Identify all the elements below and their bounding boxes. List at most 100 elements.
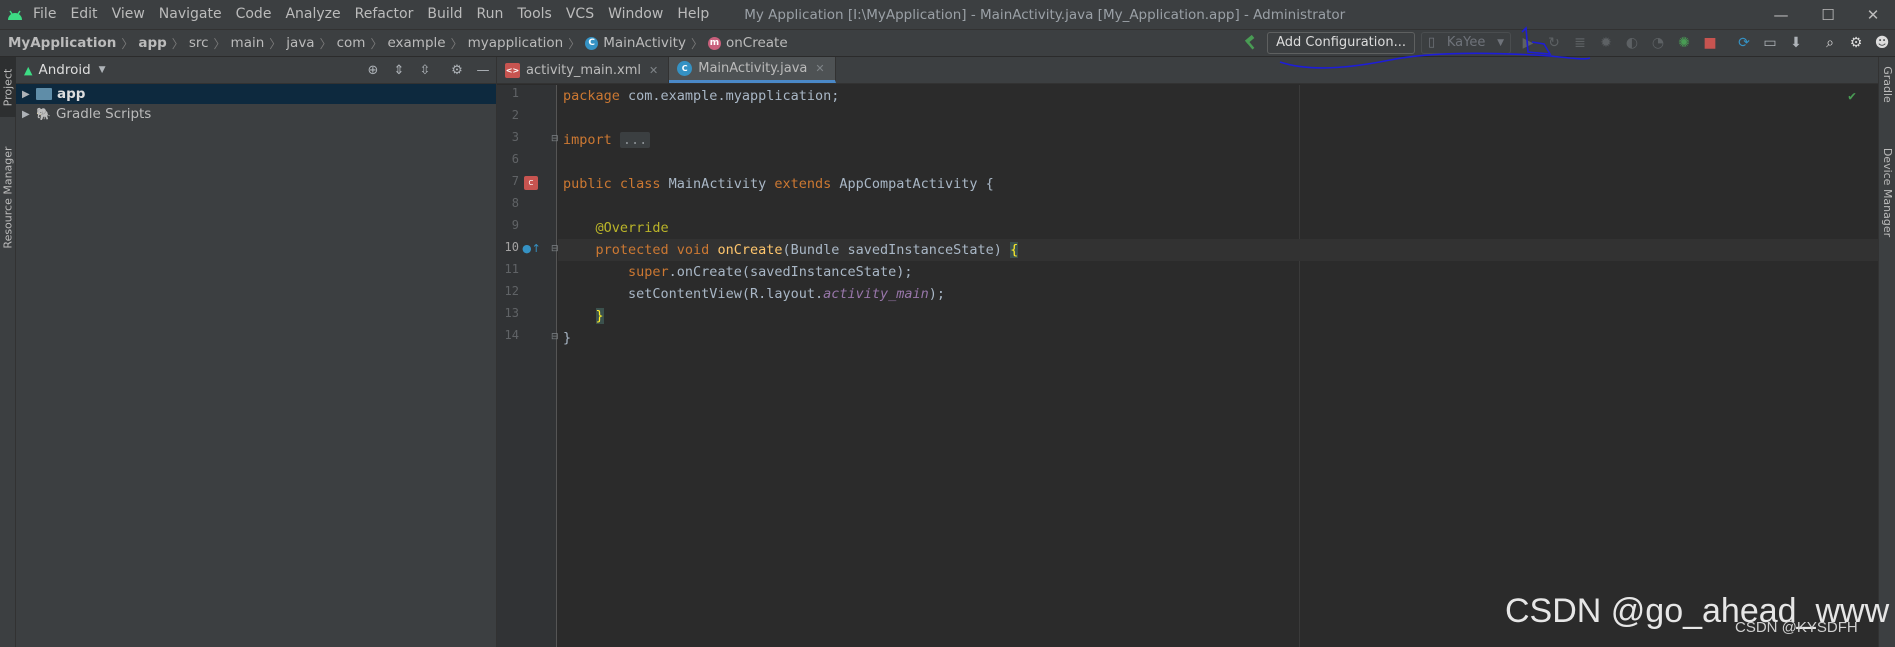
- menu-tools[interactable]: Tools: [510, 0, 559, 29]
- tab-activity-main-xml[interactable]: <> activity_main.xml ✕: [497, 57, 670, 83]
- line-number: 1: [511, 86, 519, 100]
- project-view-selector[interactable]: ▲ Android ▼: [24, 62, 106, 78]
- tree-item-app[interactable]: ▶ app: [16, 84, 496, 104]
- breadcrumb-project[interactable]: MyApplication: [8, 35, 116, 51]
- line-number: 3: [511, 130, 519, 144]
- tree-item-label: app: [57, 86, 86, 102]
- breadcrumb-mainactivity-label: MainActivity: [603, 35, 686, 51]
- code-line-7: public class MainActivity extends AppCom…: [558, 173, 1878, 195]
- line-number: 11: [504, 262, 519, 276]
- sdk-manager-icon[interactable]: ⬇: [1783, 30, 1809, 56]
- chevron-right-icon[interactable]: ▶: [22, 89, 36, 100]
- menu-run[interactable]: Run: [470, 0, 511, 29]
- line-number: 9: [511, 218, 519, 232]
- close-icon[interactable]: ✕: [815, 62, 824, 75]
- breadcrumb-myapplication[interactable]: myapplication: [468, 35, 564, 51]
- code-line-12: setContentView(R.layout.activity_main);: [558, 283, 1878, 305]
- close-window-button[interactable]: ✕: [1851, 0, 1895, 29]
- menu-refactor[interactable]: Refactor: [348, 0, 421, 29]
- code-line-1: package com.example.myapplication;: [558, 85, 1878, 107]
- expand-all-icon[interactable]: ⇕: [386, 58, 412, 84]
- tree-item-gradle-scripts[interactable]: ▶ 🐘 Gradle Scripts: [16, 104, 496, 124]
- menu-navigate[interactable]: Navigate: [152, 0, 229, 29]
- resource-manager-tool-tab[interactable]: Resource Manager: [0, 137, 16, 257]
- search-icon[interactable]: ⌕: [1817, 30, 1843, 56]
- menu-file[interactable]: File: [26, 0, 63, 29]
- code-token: public class: [563, 176, 661, 192]
- breadcrumb-mainactivity[interactable]: C MainActivity: [585, 35, 686, 51]
- code-token: extends: [774, 176, 832, 192]
- settings-gear-icon[interactable]: ⚙: [1843, 30, 1869, 56]
- menu-code[interactable]: Code: [229, 0, 279, 29]
- breadcrumb-example[interactable]: example: [387, 35, 445, 51]
- breadcrumb-main[interactable]: main: [231, 35, 265, 51]
- no-problems-check-icon[interactable]: ✔: [1848, 89, 1856, 104]
- sync-gradle-icon[interactable]: ⟳: [1731, 30, 1757, 56]
- java-class-file-icon: C: [677, 61, 693, 76]
- project-tool-tab-label: Project: [1, 68, 15, 106]
- code-token: com.example.myapplication;: [619, 88, 840, 104]
- android-icon: ▲: [24, 63, 33, 77]
- build-hammer-icon[interactable]: [1237, 30, 1263, 56]
- run-with-coverage-icon[interactable]: ✺: [1671, 30, 1697, 56]
- gradle-tool-tab[interactable]: Gradle: [1879, 57, 1895, 112]
- stop-icon[interactable]: ■: [1697, 30, 1723, 56]
- breadcrumb-separator-icon: 〉: [370, 36, 383, 51]
- code-token: }: [563, 330, 572, 346]
- right-tool-strip: Gradle Device Manager: [1878, 57, 1895, 647]
- window-title: My Application [I:\MyApplication] - Main…: [744, 6, 1346, 23]
- project-panel-header: ▲ Android ▼ ⊕ ⇕ ⇳ ⚙ —: [16, 57, 496, 84]
- code-editor[interactable]: package com.example.myapplication; impor…: [558, 85, 1878, 647]
- hide-panel-icon[interactable]: —: [470, 58, 496, 84]
- project-tool-tab[interactable]: Project: [0, 57, 16, 117]
- breadcrumb-java[interactable]: java: [286, 35, 314, 51]
- code-line-14: }: [558, 327, 1878, 349]
- breadcrumb-separator-icon: 〉: [269, 36, 282, 51]
- override-method-gutter-icon[interactable]: ●↑: [522, 242, 541, 255]
- device-manager-icon[interactable]: ▭: [1757, 30, 1783, 56]
- maximize-button[interactable]: ☐: [1806, 0, 1850, 29]
- collapse-all-icon[interactable]: ⇳: [412, 58, 438, 84]
- menu-view[interactable]: View: [105, 0, 152, 29]
- folded-imports[interactable]: ...: [619, 132, 651, 148]
- code-token: onCreate: [717, 242, 783, 258]
- close-icon[interactable]: ✕: [649, 64, 658, 77]
- attach-debugger-icon[interactable]: ◔: [1645, 30, 1671, 56]
- device-manager-tool-tab-label: Device Manager: [1881, 147, 1894, 237]
- minimize-button[interactable]: —: [1759, 0, 1803, 29]
- tab-mainactivity-java[interactable]: C MainActivity.java ✕: [669, 57, 836, 83]
- menu-vcs[interactable]: VCS: [559, 0, 601, 29]
- code-token: super: [628, 264, 669, 280]
- watermark-sub: CSDN @KYSDFH: [1735, 619, 1858, 636]
- matched-brace: }: [595, 308, 604, 324]
- layout-xml-file-icon: <>: [505, 62, 520, 78]
- breadcrumb-separator-icon: 〉: [319, 36, 332, 51]
- device-manager-tool-tab[interactable]: Device Manager: [1879, 137, 1895, 247]
- line-number: 12: [504, 284, 519, 298]
- code-token: setContentView(R.layout.: [628, 286, 824, 302]
- user-avatar-icon[interactable]: ☻: [1869, 30, 1895, 56]
- project-panel: ▲ Android ▼ ⊕ ⇕ ⇳ ⚙ — ▶ app ▶ 🐘 Gradle S…: [16, 57, 497, 647]
- menu-window[interactable]: Window: [601, 0, 670, 29]
- menu-help[interactable]: Help: [670, 0, 716, 29]
- code-line-9: @Override: [558, 217, 1878, 239]
- breadcrumb-oncreate[interactable]: m onCreate: [707, 35, 788, 51]
- chevron-right-icon[interactable]: ▶: [22, 109, 36, 120]
- breadcrumb-src[interactable]: src: [189, 35, 209, 51]
- breadcrumb-app[interactable]: app: [138, 35, 166, 51]
- gradle-tool-tab-label: Gradle: [1881, 66, 1894, 103]
- menu-build[interactable]: Build: [420, 0, 469, 29]
- breadcrumb-com[interactable]: com: [337, 35, 366, 51]
- options-gear-icon[interactable]: ⚙: [444, 58, 470, 84]
- chevron-down-icon: ▼: [98, 65, 106, 75]
- menu-analyze[interactable]: Analyze: [278, 0, 347, 29]
- menu-edit[interactable]: Edit: [63, 0, 104, 29]
- project-panel-actions: ⊕ ⇕ ⇳ ⚙ —: [360, 57, 496, 84]
- code-line-11: super.onCreate(savedInstanceState);: [558, 261, 1878, 283]
- line-number: 8: [511, 196, 519, 210]
- code-line-3: import ...: [558, 129, 1878, 151]
- select-opened-file-icon[interactable]: ⊕: [360, 58, 386, 84]
- android-activity-gutter-icon[interactable]: C: [524, 176, 538, 190]
- profile-icon[interactable]: ◐: [1619, 30, 1645, 56]
- breadcrumb-separator-icon: 〉: [121, 36, 134, 51]
